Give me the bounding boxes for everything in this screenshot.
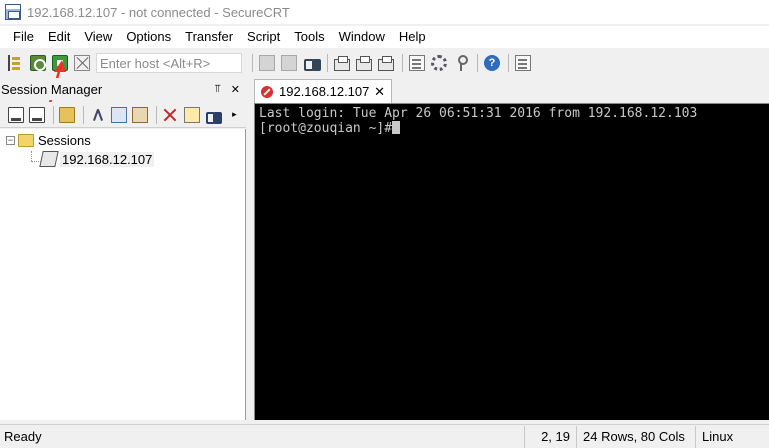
session-options-icon [409,55,425,71]
status-ready: Ready [4,429,42,444]
find-button[interactable] [301,53,321,73]
window-title: 192.168.12.107 - not connected - SecureC… [27,4,290,20]
toolbar-separator [252,54,253,72]
session-properties-button[interactable] [182,105,201,125]
menu-view[interactable]: View [77,26,119,48]
copy-icon [110,106,127,123]
tab-session[interactable]: 192.168.12.107 ✕ [254,79,392,103]
help-button[interactable]: ? [482,53,502,73]
tree-node-session[interactable]: 192.168.12.107 [39,150,155,168]
terminal-line: Last login: Tue Apr 26 06:51:31 2016 fro… [259,106,698,121]
quick-connect-input[interactable] [96,53,242,73]
copy-button[interactable] [257,53,277,73]
tab-close-icon[interactable]: ✕ [374,84,385,100]
title-bar: 192.168.12.107 - not connected - SecureC… [0,0,769,24]
menu-edit[interactable]: Edit [41,26,77,48]
tree-node-sessions-label: Sessions [38,132,91,148]
terminal-prompt: [root@zouqian ~]# [259,121,393,136]
close-icon[interactable]: ✕ [231,83,240,96]
session-tab-strip: 192.168.12.107 ✕ [250,78,769,103]
connect-tab-icon [28,106,45,123]
binoculars-icon [303,55,319,71]
keymap-button[interactable] [451,53,471,73]
copy-icon [259,55,275,71]
key-icon [453,55,469,71]
cut-button[interactable] [88,105,107,125]
session-properties-icon [183,106,200,123]
paste-icon [281,55,297,71]
status-bar: Ready 2, 19 24 Rows, 80 Cols Linux [0,424,769,448]
status-os: Linux [695,425,769,448]
menu-file[interactable]: File [6,26,41,48]
session-options-button[interactable] [407,53,427,73]
tree-connector [31,151,32,161]
session-icon [39,151,59,167]
terminal-prompt-line: [root@zouqian ~]# [255,121,769,136]
main-toolbar: ? [0,50,769,76]
scissors-icon [90,107,106,123]
session-manager-title: Session Manager [1,81,103,97]
new-folder-button[interactable] [58,105,77,125]
toolbar-separator [477,54,478,72]
paste-session-button[interactable] [131,105,150,125]
print-button[interactable] [376,53,396,73]
connect-session-button[interactable] [6,105,25,125]
global-options-button[interactable] [429,53,449,73]
printer-icon [378,56,394,71]
session-manager-actions: ⫪ ✕ [215,83,240,96]
tab-session-label: 192.168.12.107 [279,84,370,99]
gear-icon [431,55,447,71]
disconnected-status-icon [261,85,273,98]
delete-session-button[interactable] [161,105,180,125]
session-manager-toolbar: ▸ [0,102,246,128]
paste-button[interactable] [279,53,299,73]
session-tree-icon [8,55,24,71]
tree-node-session-label: 192.168.12.107 [60,151,155,167]
terminal-screen[interactable]: Last login: Tue Apr 26 06:51:31 2016 fro… [254,103,769,420]
menu-tools[interactable]: Tools [287,26,331,48]
terminal-cursor [392,121,401,134]
connect-session-icon [7,106,24,123]
menu-help[interactable]: Help [392,26,433,48]
toolbar-separator [327,54,328,72]
copy-session-button[interactable] [109,105,128,125]
toolbar-separator [402,54,403,72]
paste-icon [132,106,149,123]
binoculars-icon [205,107,221,124]
new-folder-icon [59,106,76,123]
securecrt-app-icon [5,4,21,20]
menu-bar: File Edit View Options Transfer Script T… [0,26,769,48]
menu-transfer[interactable]: Transfer [178,26,240,48]
disconnect-icon [74,55,90,71]
disconnect-button[interactable] [72,53,92,73]
tree-node-sessions[interactable]: − Sessions [6,131,91,149]
print-screen-icon [334,56,350,71]
panel-toolbar-separator [82,105,84,124]
delete-icon [162,107,178,123]
menu-options[interactable]: Options [119,26,178,48]
more-tools-button[interactable]: ▸ [225,105,244,125]
status-dimensions: 24 Rows, 80 Cols [576,425,695,448]
folder-icon [18,133,34,147]
panel-toolbar-separator [52,105,54,124]
status-cursor-position: 2, 19 [524,425,576,448]
find-session-button[interactable] [203,105,222,125]
session-manager-header: Session Manager ⫪ ✕ [0,78,246,100]
connect-in-tab-button[interactable] [27,105,46,125]
properties-icon [515,55,531,71]
session-tree [0,129,246,420]
menu-script[interactable]: Script [240,26,287,48]
toolbar-separator [508,54,509,72]
collapse-icon[interactable]: − [6,135,15,145]
pin-icon[interactable]: ⫪ [215,83,221,96]
print-selection-button[interactable] [354,53,374,73]
properties-button[interactable] [513,53,533,73]
session-manager-toggle-button[interactable] [6,53,26,73]
panel-toolbar-separator [155,105,157,124]
menu-window[interactable]: Window [332,26,392,48]
print-selection-icon [356,56,372,71]
print-screen-button[interactable] [332,53,352,73]
help-icon: ? [484,55,500,71]
